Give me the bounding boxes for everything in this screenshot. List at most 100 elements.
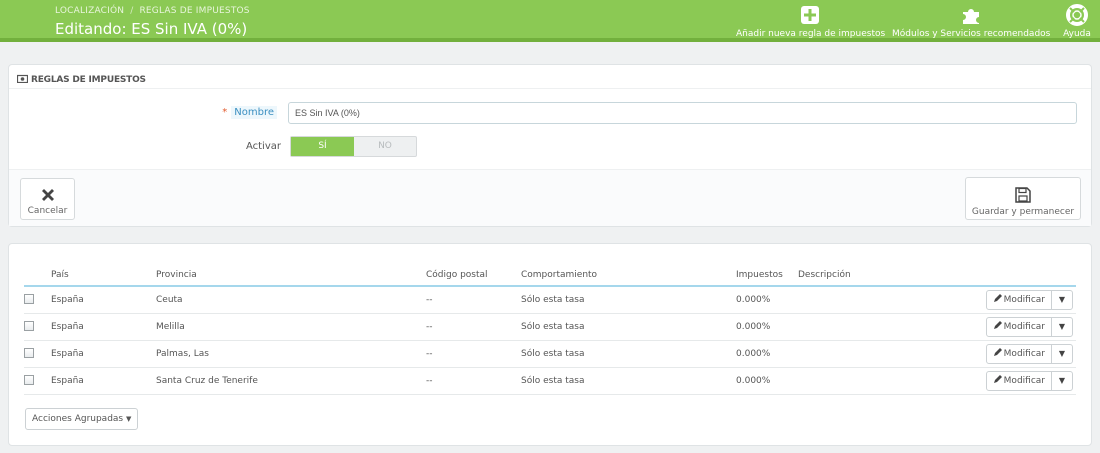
edit-button[interactable]: Modificar (987, 317, 1052, 336)
active-switch[interactable]: SÍ NO (290, 136, 417, 157)
cell-behavior: Sólo esta tasa (521, 286, 736, 314)
row-actions: Modificar ▼ (985, 343, 1073, 364)
actions-dropdown-toggle[interactable]: ▼ (1052, 345, 1072, 363)
cell-province: Ceuta (156, 286, 426, 314)
cell-behavior: Sólo esta tasa (521, 367, 736, 395)
cell-zip: -- (426, 313, 521, 341)
switch-yes[interactable]: SÍ (291, 137, 354, 156)
name-label: Nombre (231, 106, 277, 119)
column-header-province[interactable]: Provincia (156, 264, 426, 287)
caret-down-icon: ▼ (1058, 294, 1066, 304)
tax-rules-table: País Provincia Código postal Comportamie… (24, 264, 1076, 395)
pencil-icon (993, 374, 1002, 383)
tax-rule-form-panel: REGLAS DE IMPUESTOS *Nombre Activar SÍ N… (8, 64, 1092, 227)
row-actions: Modificar ▼ (985, 370, 1073, 391)
name-label-group: * Nombre (77, 106, 277, 119)
cell-tax: 0.000% (736, 340, 798, 368)
row-checkbox[interactable] (24, 347, 34, 358)
column-header-country[interactable]: País (51, 264, 156, 287)
table-header-row: País Provincia Código postal Comportamie… (24, 264, 1076, 287)
section-heading: REGLAS DE IMPUESTOS (9, 65, 1091, 89)
column-header-zip[interactable]: Código postal (426, 264, 521, 287)
row-checkbox[interactable] (24, 374, 34, 385)
row-actions: Modificar ▼ (985, 289, 1073, 310)
edit-label: Modificar (1003, 348, 1045, 359)
close-icon (41, 189, 54, 201)
caret-down-icon: ▼ (1058, 321, 1066, 331)
breadcrumb: LOCALIZACIÓN / REGLAS DE IMPUESTOS (55, 6, 250, 16)
edit-label: Modificar (1003, 321, 1045, 332)
column-header-tax[interactable]: Impuestos (736, 264, 798, 287)
cell-province: Melilla (156, 313, 426, 341)
pencil-icon (993, 293, 1002, 302)
caret-down-icon: ▼ (1058, 348, 1066, 358)
recommended-modules-button[interactable]: Módulos y Servicios recomendados (892, 4, 1050, 40)
bulk-actions-label: Acciones Agrupadas (32, 414, 124, 424)
camera-icon (17, 74, 28, 83)
cell-description (798, 367, 918, 395)
cell-country: España (51, 313, 156, 341)
save-icon (1015, 187, 1031, 203)
cell-behavior: Sólo esta tasa (521, 340, 736, 368)
plus-square-icon (801, 6, 819, 24)
cell-description (798, 340, 918, 368)
cell-country: España (51, 340, 156, 368)
breadcrumb-item-tax-rules[interactable]: REGLAS DE IMPUESTOS (139, 6, 249, 16)
save-and-stay-button[interactable]: Guardar y permanecer (965, 177, 1081, 220)
edit-button[interactable]: Modificar (987, 371, 1052, 390)
switch-no[interactable]: NO (354, 137, 416, 156)
cell-tax: 0.000% (736, 286, 798, 314)
table-row: España Melilla -- Sólo esta tasa 0.000% … (24, 313, 1076, 341)
add-tax-rule-label: Añadir nueva regla de impuestos (736, 29, 886, 39)
table-row: España Ceuta -- Sólo esta tasa 0.000% Mo… (24, 286, 1076, 314)
page-title: Editando: ES Sin IVA (0%) (55, 20, 248, 38)
form-footer: Cancelar Guardar y permanecer (9, 169, 1091, 226)
edit-button[interactable]: Modificar (987, 290, 1052, 309)
cell-description (798, 313, 918, 341)
table-row: España Santa Cruz de Tenerife -- Sólo es… (24, 367, 1076, 395)
cell-zip: -- (426, 367, 521, 395)
column-header-behavior[interactable]: Comportamiento (521, 264, 736, 287)
pencil-icon (993, 347, 1002, 356)
cancel-label: Cancelar (27, 206, 68, 216)
select-column-header (24, 264, 51, 287)
cell-country: España (51, 286, 156, 314)
actions-dropdown-toggle[interactable]: ▼ (1052, 318, 1072, 336)
active-label: Activar (245, 141, 281, 152)
breadcrumb-item-localization[interactable]: LOCALIZACIÓN (55, 6, 124, 16)
row-checkbox[interactable] (24, 293, 34, 304)
column-header-description[interactable]: Descripción (798, 264, 918, 287)
recommended-modules-label: Módulos y Servicios recomendados (892, 29, 1051, 39)
cancel-button[interactable]: Cancelar (20, 178, 75, 220)
cell-country: España (51, 367, 156, 395)
cell-zip: -- (426, 286, 521, 314)
page-header: LOCALIZACIÓN / REGLAS DE IMPUESTOS Editand… (0, 0, 1100, 42)
tax-rules-list-panel: País Provincia Código postal Comportamie… (8, 243, 1092, 446)
puzzle-icon (963, 9, 979, 24)
cell-tax: 0.000% (736, 313, 798, 341)
help-button[interactable]: Ayuda (1058, 4, 1096, 40)
actions-column-header (918, 264, 1076, 287)
edit-label: Modificar (1003, 375, 1045, 386)
cell-zip: -- (426, 340, 521, 368)
caret-down-icon: ▼ (126, 415, 132, 423)
cell-description (798, 286, 918, 314)
cell-province: Palmas, Las (156, 340, 426, 368)
bulk-actions-button[interactable]: Acciones Agrupadas ▼ (25, 408, 139, 430)
pencil-icon (993, 320, 1002, 329)
row-checkbox[interactable] (24, 320, 34, 331)
lifebuoy-icon (1066, 4, 1088, 26)
breadcrumb-separator: / (130, 6, 134, 16)
help-label: Ayuda (1063, 29, 1091, 39)
cell-behavior: Sólo esta tasa (521, 313, 736, 341)
cell-province: Santa Cruz de Tenerife (156, 367, 426, 395)
section-title: REGLAS DE IMPUESTOS (31, 75, 146, 85)
name-input[interactable] (288, 102, 1077, 124)
row-actions: Modificar ▼ (985, 316, 1073, 337)
caret-down-icon: ▼ (1058, 375, 1066, 385)
actions-dropdown-toggle[interactable]: ▼ (1052, 291, 1072, 309)
add-tax-rule-button[interactable]: Añadir nueva regla de impuestos (736, 4, 886, 40)
edit-button[interactable]: Modificar (987, 344, 1052, 363)
actions-dropdown-toggle[interactable]: ▼ (1052, 372, 1072, 390)
required-mark: * (222, 107, 228, 118)
